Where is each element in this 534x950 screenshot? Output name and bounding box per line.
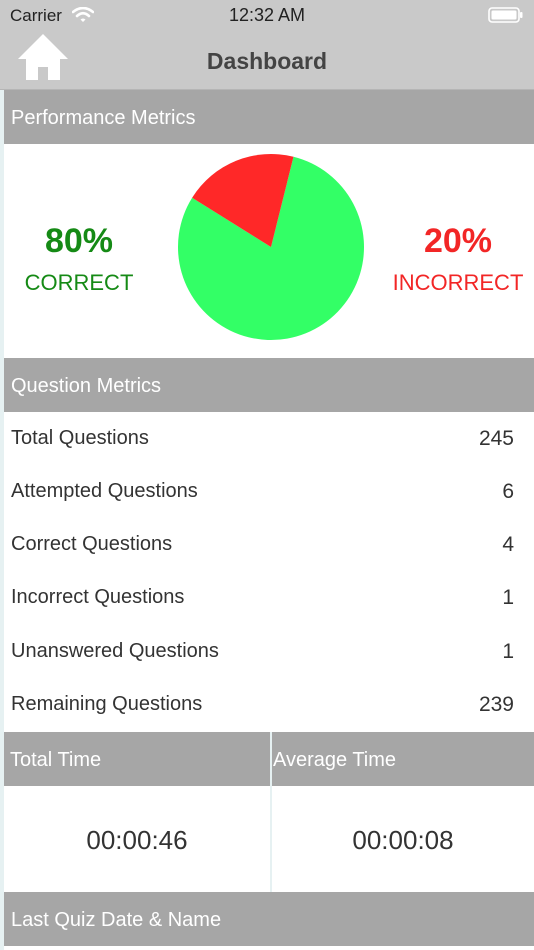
metric-value: 239	[478, 693, 514, 716]
metric-value: 1	[502, 640, 514, 663]
metric-value: 1	[502, 586, 514, 609]
metric-row-incorrect: Incorrect Questions 1	[4, 571, 534, 624]
navigation-bar: Dashboard	[0, 30, 534, 90]
total-time-header: Total Time	[4, 732, 270, 786]
metric-label: Correct Questions	[11, 533, 173, 555]
correct-label: CORRECT	[24, 270, 134, 295]
question-metrics-header: Question Metrics	[4, 358, 534, 412]
metric-label: Total Questions	[11, 427, 149, 449]
last-quiz-header: Last Quiz Date & Name	[4, 892, 534, 946]
app-frame: Carrier 12:32 AM Dashboard Performance M…	[0, 0, 534, 950]
total-time-value: 00:00:46	[4, 786, 270, 892]
time-divider	[270, 732, 272, 892]
metric-label: Incorrect Questions	[11, 586, 185, 608]
performance-metrics-panel: 80% CORRECT 20% INCORRECT	[4, 144, 534, 358]
page-title: Dashboard	[206, 48, 328, 74]
incorrect-percent: 20%	[423, 222, 493, 260]
correct-percent: 80%	[44, 222, 114, 260]
incorrect-label: INCORRECT	[392, 270, 524, 295]
status-time: 12:32 AM	[228, 5, 306, 25]
status-bar: Carrier 12:32 AM	[0, 0, 534, 30]
metric-row-unanswered: Unanswered Questions 1	[4, 625, 534, 678]
metric-label: Unanswered Questions	[11, 640, 219, 662]
metric-row-total: Total Questions 245	[4, 412, 534, 465]
average-time-value: 00:00:08	[272, 786, 534, 892]
metric-row-correct: Correct Questions 4	[4, 518, 534, 571]
metric-value: 4	[502, 533, 514, 556]
battery-icon	[488, 7, 523, 23]
performance-metrics-header: Performance Metrics	[4, 90, 534, 144]
metric-label: Remaining Questions	[11, 693, 203, 715]
metric-row-remaining: Remaining Questions 239	[4, 678, 534, 731]
metric-value: 245	[478, 427, 514, 450]
average-time-header: Average Time	[272, 732, 534, 786]
metric-value: 6	[502, 480, 514, 503]
dashboard-content: Performance Metrics 80% CORRECT 20% INCO…	[4, 90, 534, 950]
performance-pie-chart	[178, 154, 364, 340]
metric-row-attempted: Attempted Questions 6	[4, 465, 534, 518]
metric-label: Attempted Questions	[11, 480, 198, 502]
